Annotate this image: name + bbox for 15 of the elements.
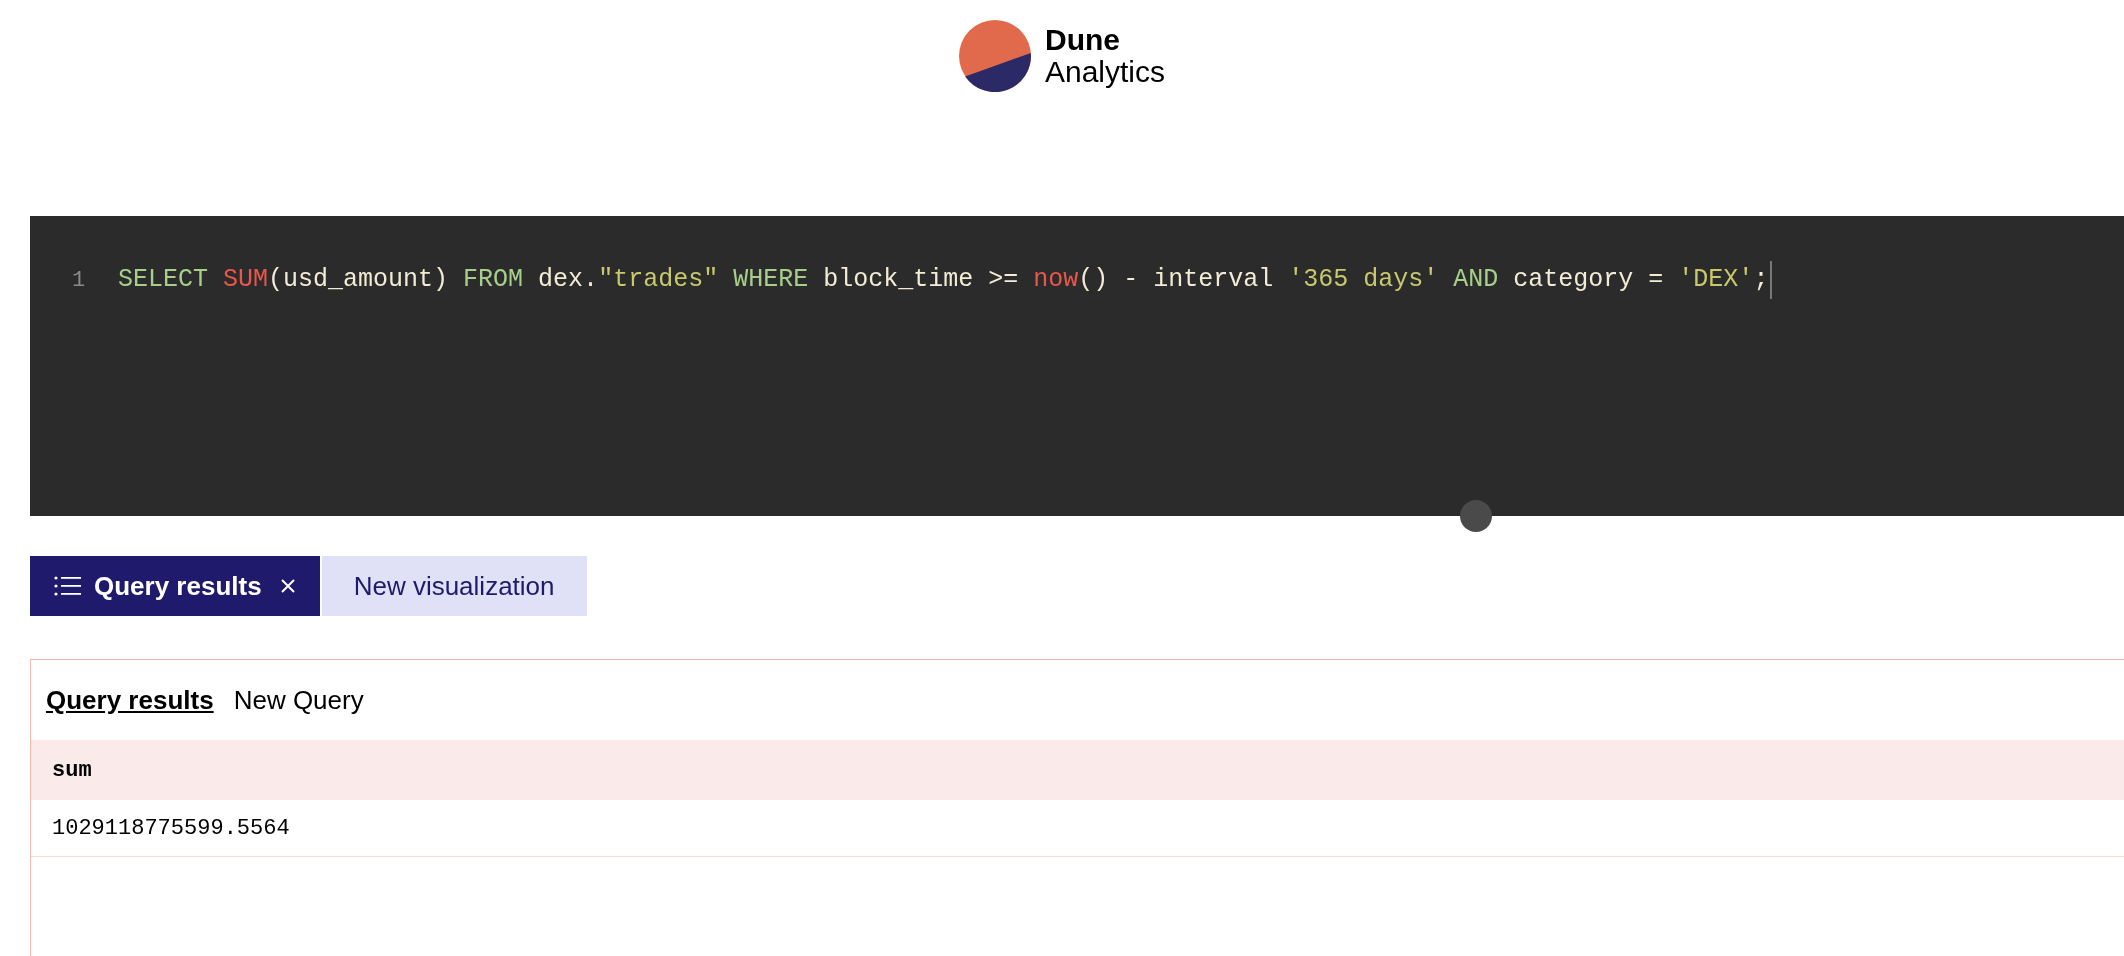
line-number: 1	[71, 266, 87, 295]
code-line: SELECT SUM(usd_amount) FROM dex."trades" WHERE block_time >= now() - interval '365 days' AND category = 'DEX';	[118, 261, 1773, 299]
table-cell-text: 1029118775599.5564	[52, 814, 290, 843]
tab[interactable]: Query results	[30, 556, 320, 616]
results-tab[interactable]: Query results	[46, 680, 214, 720]
results-tab[interactable]: New Query	[233, 680, 364, 720]
close-icon[interactable]	[279, 578, 296, 594]
code-editor[interactable]: 1 SELECT SUM(usd_amount) FROM dex."trades" WHERE block_time >= now() - interval '365 days' AND category = 'DEX';	[30, 216, 2124, 516]
column-header: sum	[52, 756, 92, 785]
list-icon	[54, 575, 82, 597]
resize-handle[interactable]	[1460, 500, 1492, 532]
logo-text: Dune	[1044, 24, 1121, 56]
logo-text: Analytics	[1044, 56, 1165, 88]
logo-icon	[958, 20, 1031, 92]
tab[interactable]: New visualization	[321, 556, 587, 616]
